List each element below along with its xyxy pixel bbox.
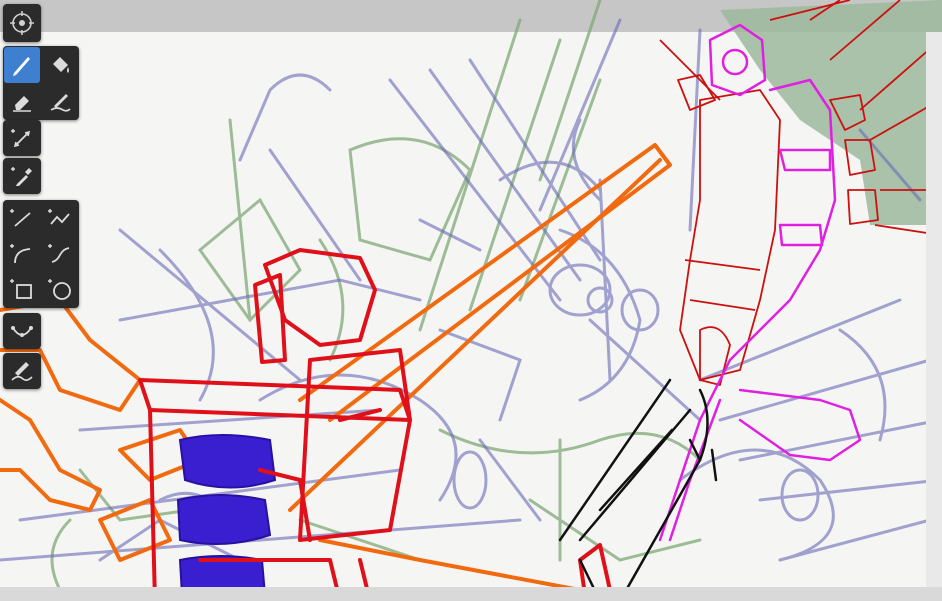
arc-tool-button[interactable] — [4, 236, 40, 272]
pen-icon — [13, 57, 30, 76]
ellipse-icon — [48, 279, 71, 300]
brush-tool-button[interactable] — [4, 47, 40, 83]
smudge-icon — [50, 94, 71, 112]
curve-tool-button[interactable] — [42, 236, 78, 272]
eyedropper-toolbar — [3, 158, 41, 194]
line-icon — [10, 209, 31, 227]
polyline-tool-button[interactable] — [42, 201, 78, 237]
rectangle-icon — [10, 279, 32, 299]
perspective-curve-tool-button[interactable] — [4, 313, 40, 349]
navigation-toolbar — [3, 4, 41, 42]
eyedropper-icon — [11, 167, 32, 186]
eyedropper-tool-button[interactable] — [4, 158, 40, 194]
transform-tool-button[interactable] — [4, 120, 40, 156]
stroke-pen-icon — [11, 362, 33, 381]
transform-icon — [11, 129, 31, 148]
line-tool-button[interactable] — [4, 201, 40, 237]
indigo-pads — [176, 434, 277, 599]
ellipse-tool-button[interactable] — [42, 271, 78, 307]
perspective-toolbar — [3, 313, 41, 349]
paint-bucket-icon — [53, 57, 69, 73]
shape-toolbar — [3, 200, 79, 308]
perspective-curve-icon — [11, 326, 33, 337]
rectangle-tool-button[interactable] — [4, 271, 40, 307]
vertical-scrollbar[interactable] — [926, 32, 942, 587]
move-canvas-icon — [10, 11, 34, 35]
curve-icon — [48, 244, 70, 263]
transform-toolbar — [3, 120, 41, 156]
horizontal-scrollbar[interactable] — [0, 587, 942, 601]
arc-icon — [10, 244, 31, 264]
eraser-icon — [13, 96, 31, 112]
stroke-pen-tool-button[interactable] — [4, 353, 40, 389]
smudge-tool-button[interactable] — [42, 83, 78, 119]
paint-toolbar — [3, 46, 79, 120]
drawing-canvas[interactable] — [0, 0, 942, 601]
eraser-tool-button[interactable] — [4, 83, 40, 119]
move-canvas-button[interactable] — [4, 5, 40, 41]
fill-tool-button[interactable] — [42, 47, 78, 83]
stroke-pen-toolbar — [3, 353, 41, 389]
polyline-icon — [48, 209, 70, 225]
